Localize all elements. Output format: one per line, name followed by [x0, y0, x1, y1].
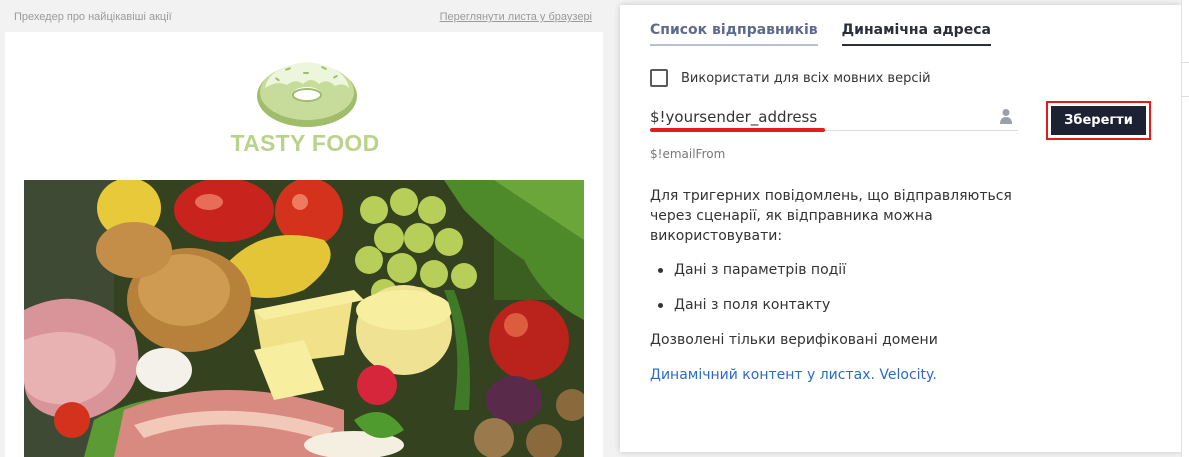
list-item: Дані з параметрів події [658, 262, 846, 278]
save-button-highlight: Зберегти [1046, 101, 1151, 140]
velocity-docs-link[interactable]: Динамічний контент у листах. Velocity. [650, 367, 937, 383]
list-item: Дані з поля контакту [658, 297, 830, 313]
list-item-text: Дані з параметрів події [674, 262, 847, 278]
sender-tabs: Список відправників Динамічна адреса [650, 22, 1015, 46]
all-languages-option: Використати для всіх мовних версій [650, 69, 931, 87]
email-body: TASTY FOOD [5, 32, 603, 457]
preheader-text: Прехедер про найцікавіші акції [14, 11, 172, 23]
bullet-dot [658, 302, 663, 308]
sender-address-value: $!yoursender_address [650, 108, 818, 126]
tab-sender-list[interactable]: Список відправників [650, 22, 818, 46]
donut-icon [257, 62, 357, 127]
user-icon[interactable] [1000, 108, 1012, 124]
all-languages-checkbox[interactable] [650, 69, 668, 87]
background-page-edge [1181, 0, 1189, 457]
sender-settings-panel: Список відправників Динамічна адреса Вик… [620, 5, 1181, 452]
food-photo [24, 180, 584, 457]
divider [1181, 96, 1189, 97]
trigger-description: Для тригерних повідомлень, що відправляю… [650, 188, 1012, 244]
list-item-text: Дані з поля контакту [674, 297, 831, 313]
tab-dynamic-address[interactable]: Динамічна адреса [841, 22, 991, 46]
save-button[interactable]: Зберегти [1051, 106, 1146, 135]
highlight-underline [650, 128, 825, 132]
verified-domains-note: Дозволені тільки верифіковані домени [650, 332, 938, 348]
all-languages-label: Використати для всіх мовних версій [681, 70, 931, 86]
bullet-dot [658, 267, 663, 273]
email-preview: Прехедер про найцікавіші акції Перегляну… [0, 0, 608, 457]
address-hint: $!emailFrom [650, 147, 726, 161]
view-in-browser-link[interactable]: Переглянути листа у браузері [440, 11, 592, 23]
divider [1181, 62, 1189, 63]
sender-address-input[interactable]: $!yoursender_address [650, 105, 1018, 132]
logo-text: TASTY FOOD [230, 130, 380, 156]
